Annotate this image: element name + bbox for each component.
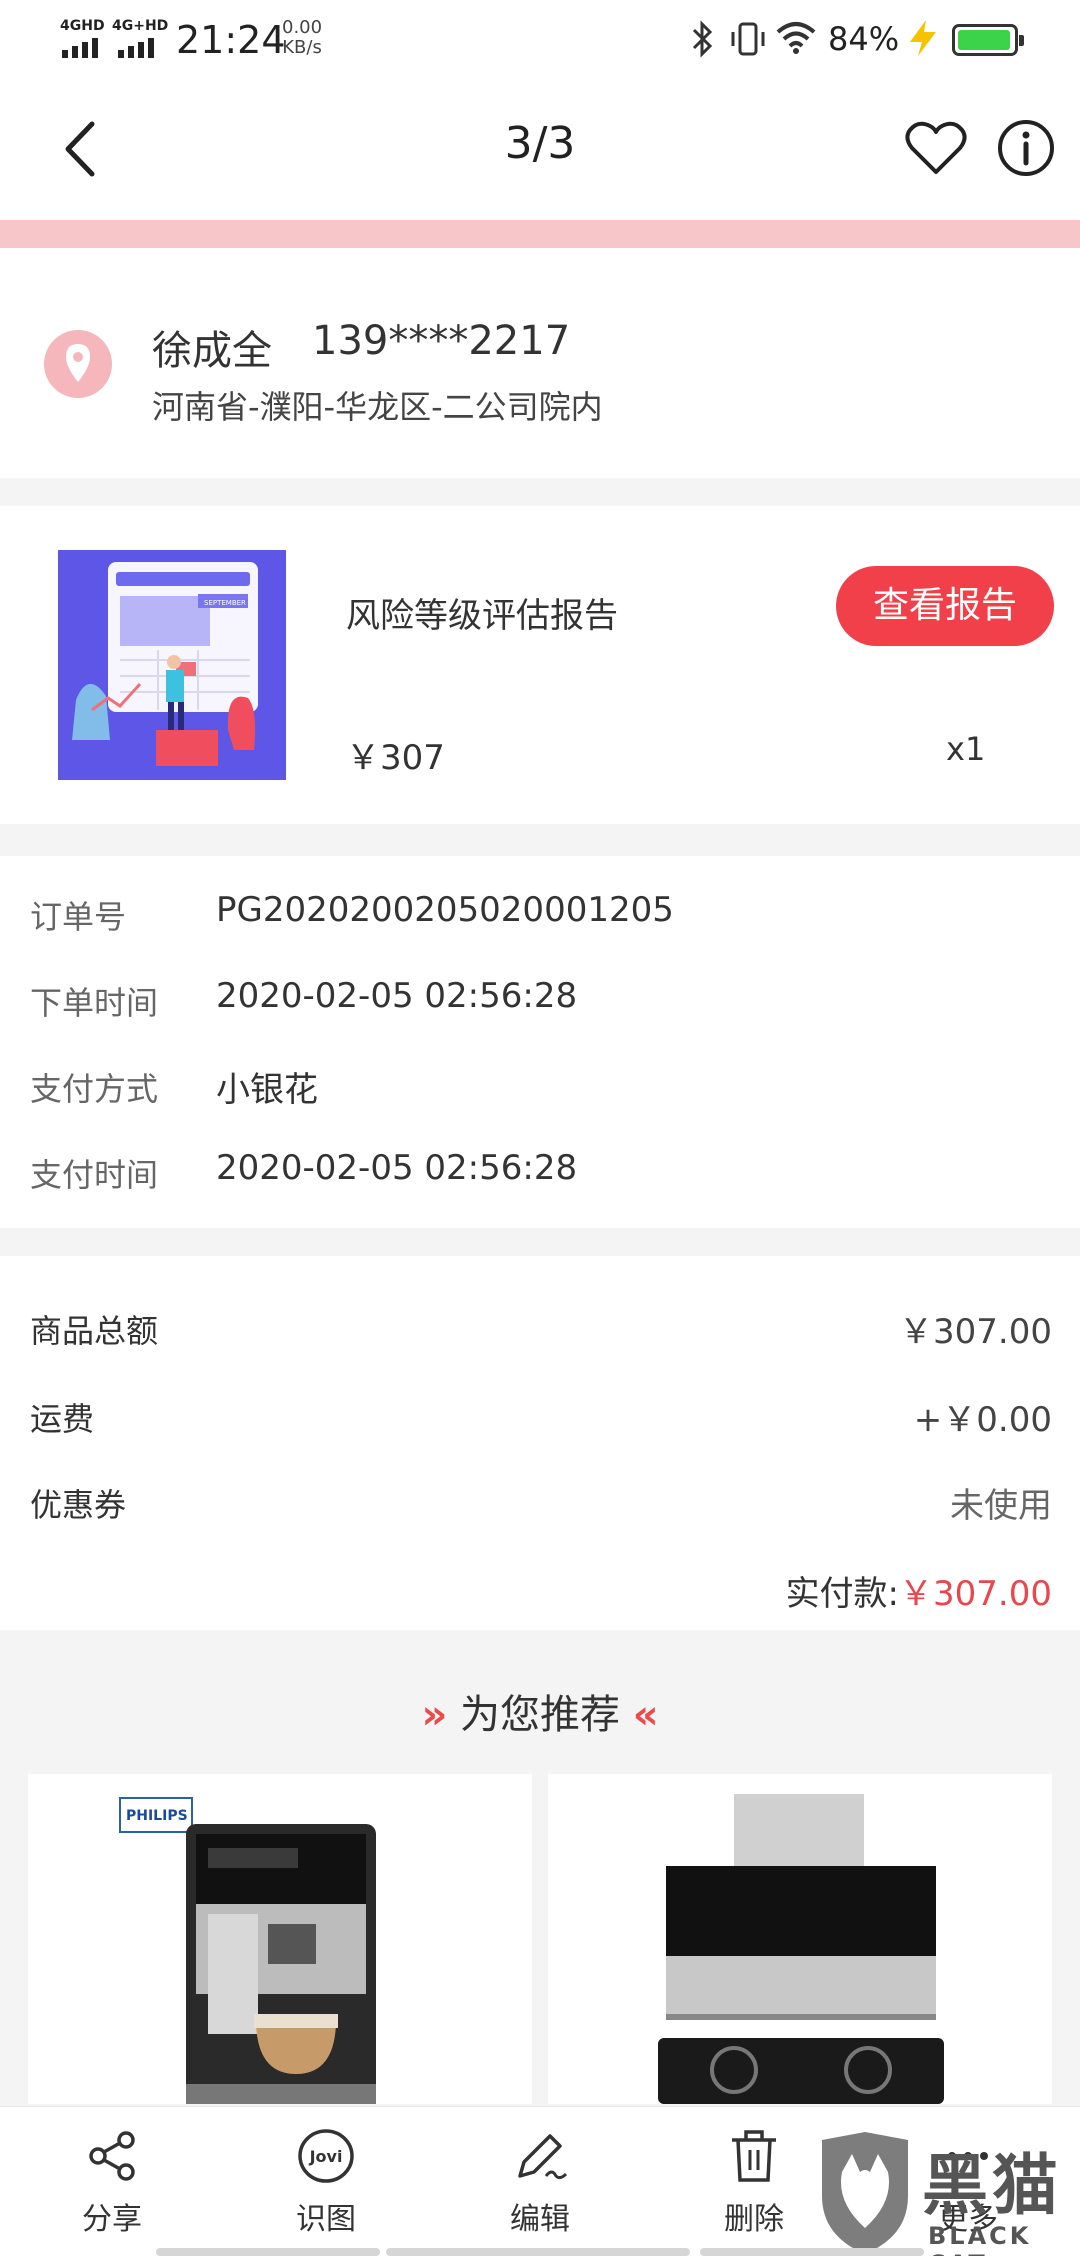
recommend-heading: » 为您推荐 « xyxy=(0,1682,1080,1740)
info-icon[interactable] xyxy=(996,118,1056,178)
heart-icon[interactable] xyxy=(904,118,968,178)
speed-value: 0.00 xyxy=(282,17,323,38)
product-thumbnail[interactable]: SEPTEMBER xyxy=(58,550,286,780)
payment-time-value: 2020-02-05 02:56:28 xyxy=(216,1148,578,1188)
payment-method-label: 支付方式 xyxy=(30,1070,159,1108)
image-recognition-label: 识图 xyxy=(296,2202,356,2237)
coupon-value: 未使用 xyxy=(950,1486,1052,1526)
left-chevrons-icon: » xyxy=(421,1692,448,1738)
report-illustration-icon: SEPTEMBER xyxy=(58,550,286,780)
header-banner-strip xyxy=(0,220,1080,248)
gesture-bar-right xyxy=(700,2248,924,2256)
battery-percent: 84% xyxy=(828,20,900,58)
product-price: ￥307 xyxy=(346,738,445,778)
edit-button[interactable]: 编辑 xyxy=(470,2126,610,2238)
battery-icon xyxy=(952,24,1024,56)
thumbnail-caption: SEPTEMBER xyxy=(204,599,246,607)
product-quantity: x1 xyxy=(946,730,986,768)
recommend-card-range-hood[interactable] xyxy=(548,1774,1052,2104)
total-paid-label: 实付款: xyxy=(785,1574,900,1614)
cat-shield-icon xyxy=(822,2132,908,2254)
edit-icon xyxy=(518,2134,568,2180)
share-button[interactable]: 分享 xyxy=(42,2126,182,2238)
nav-bar: 3/3 xyxy=(0,78,1080,220)
recipient-name: 徐成全 xyxy=(152,328,272,374)
charging-bolt-icon xyxy=(910,20,936,56)
gesture-bar-center xyxy=(386,2248,690,2256)
wifi-icon xyxy=(776,22,816,54)
speed-unit: KB/s xyxy=(282,37,322,58)
jovi-icon: Jovi xyxy=(298,2129,354,2183)
share-icon xyxy=(89,2131,135,2181)
brand-label: PHILIPS xyxy=(126,1808,188,1824)
view-report-button[interactable]: 查看报告 xyxy=(836,566,1054,646)
signal-label-1: 4GHD xyxy=(60,18,105,34)
image-recognition-button[interactable]: Jovi 识图 xyxy=(256,2126,396,2238)
product-title[interactable]: 风险等级评估报告 xyxy=(346,588,618,637)
trash-icon xyxy=(732,2130,776,2182)
vibrate-icon xyxy=(731,22,765,56)
watermark-cn: 黑猫 xyxy=(922,2147,1062,2224)
coffee-machine-image: PHILIPS xyxy=(119,1797,376,2104)
black-cat-watermark: 黑猫 BLACK CAT xyxy=(812,2132,1080,2256)
order-number-value: PG2020200205020001205 xyxy=(216,890,674,930)
signal-bars-2-icon xyxy=(118,38,154,58)
subtotal-label: 商品总额 xyxy=(30,1312,159,1350)
total-paid-row: 实付款:￥307.00 xyxy=(786,1566,1052,1615)
delete-label: 删除 xyxy=(724,2202,784,2237)
right-chevrons-icon: « xyxy=(632,1692,659,1738)
range-hood-image xyxy=(658,1794,944,2104)
delete-button[interactable]: 删除 xyxy=(684,2126,824,2238)
subtotal-value: ￥307.00 xyxy=(899,1312,1052,1352)
status-bar: 4GHD 4G+HD 21:24 0.00 KB/s 84% xyxy=(0,0,1080,78)
share-label: 分享 xyxy=(82,2202,142,2237)
recipient-address: 河南省-濮阳-华龙区-二公司院内 xyxy=(152,388,603,426)
screen: 4GHD 4G+HD 21:24 0.00 KB/s 84% 3/3 徐成全 1… xyxy=(0,0,1080,2256)
shipping-value: +￥0.00 xyxy=(913,1400,1052,1440)
total-paid-value: ￥307.00 xyxy=(899,1574,1052,1614)
recommend-card-coffee-machine[interactable]: PHILIPS xyxy=(28,1774,532,2104)
signal-bars-1-icon xyxy=(62,38,98,58)
payment-time-label: 支付时间 xyxy=(30,1156,159,1194)
order-time-value: 2020-02-05 02:56:28 xyxy=(216,976,578,1016)
clock: 21:24 xyxy=(176,18,286,62)
order-number-label: 订单号 xyxy=(30,898,127,936)
bluetooth-icon xyxy=(692,20,713,58)
signal-label-2: 4G+HD xyxy=(112,18,169,34)
payment-method-value: 小银花 xyxy=(216,1070,318,1110)
watermark-en: BLACK CAT xyxy=(928,2222,1032,2256)
location-pin-icon xyxy=(66,344,90,382)
recommend-title: 为您推荐 xyxy=(460,1692,620,1738)
order-time-label: 下单时间 xyxy=(30,984,159,1022)
edit-label: 编辑 xyxy=(510,2202,570,2237)
location-badge xyxy=(44,330,112,398)
recipient-phone: 139****2217 xyxy=(312,318,571,364)
coupon-label: 优惠券 xyxy=(30,1486,127,1524)
gesture-bar-left xyxy=(156,2248,380,2256)
jovi-badge-text: Jovi xyxy=(309,2147,343,2166)
network-speed: 0.00 KB/s xyxy=(282,18,322,58)
shipping-label: 运费 xyxy=(30,1400,95,1438)
